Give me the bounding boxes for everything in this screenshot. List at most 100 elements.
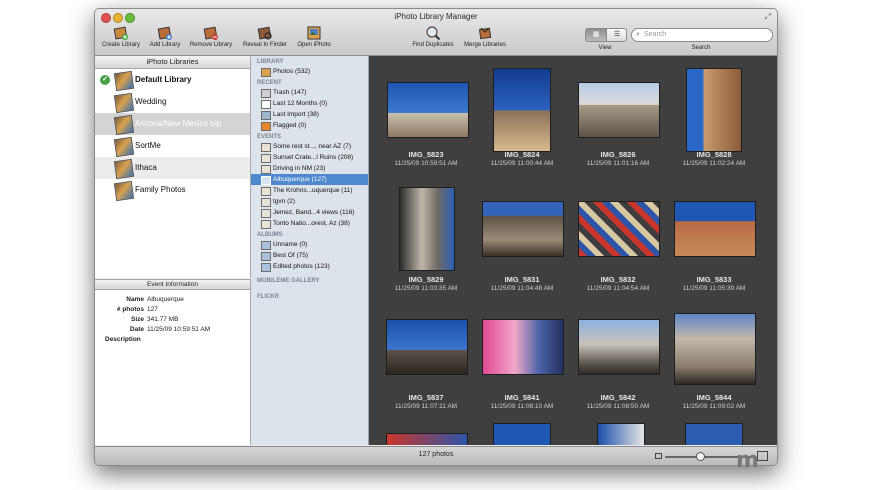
- checkmark-icon: ✓: [100, 75, 110, 85]
- section-events: EVENTS: [257, 134, 282, 140]
- reveal-in-finder-icon: [257, 26, 272, 40]
- library-icon: [113, 180, 135, 202]
- grid-view-icon[interactable]: ▦: [586, 29, 606, 41]
- event-item[interactable]: Some rest st..., near AZ (7): [251, 141, 368, 152]
- event-item[interactable]: The Krohns...uquerque (11): [251, 185, 368, 196]
- library-item-arizona-new-mexico-trip[interactable]: Arizona/New Mexico trip: [95, 113, 250, 136]
- calendar-icon: [261, 100, 271, 109]
- window-title: iPhoto Library Manager: [394, 12, 478, 21]
- fullscreen-icon[interactable]: ⤢: [765, 12, 771, 22]
- open-iphoto-button[interactable]: Open iPhoto: [293, 25, 335, 53]
- trash-icon: [261, 89, 271, 98]
- photo-image: [578, 82, 660, 138]
- event-icon: [261, 187, 271, 196]
- event-item[interactable]: Sunset Crate...l Ruins (208): [251, 152, 368, 163]
- photo-thumbnail[interactable]: IMG_5842 11/25/09 11:08:50 AM: [570, 305, 666, 433]
- photo-image-partial[interactable]: [386, 433, 468, 445]
- photo-image-partial[interactable]: [685, 423, 743, 445]
- source-item-trash[interactable]: Trash (147): [251, 87, 368, 98]
- event-item[interactable]: Tonto Natio...orest, Az (38): [251, 218, 368, 229]
- event-icon: [261, 176, 271, 185]
- photo-image: [686, 68, 742, 152]
- source-list: LIBRARY Photos (532) RECENT Trash (147) …: [251, 56, 369, 445]
- flag-icon: [261, 122, 271, 131]
- photo-image-partial[interactable]: [597, 423, 645, 445]
- photo-thumbnail[interactable]: IMG_5833 11/25/09 11:05:39 AM: [666, 187, 762, 315]
- view-mode-toggle[interactable]: ▦ ☰: [585, 28, 627, 42]
- libraries-header: iPhoto Libraries: [95, 56, 250, 69]
- photo-image-partial[interactable]: [493, 423, 551, 445]
- small-thumbnail-icon[interactable]: [655, 453, 662, 459]
- event-item[interactable]: tgvn (2): [251, 196, 368, 207]
- event-item[interactable]: Jemez, Band...4 views (116): [251, 207, 368, 218]
- photo-image: [578, 319, 660, 375]
- source-item-flagged[interactable]: Flagged (0): [251, 120, 368, 131]
- library-item-family-photos[interactable]: Family Photos: [95, 179, 250, 202]
- info-name-value: Albuquerque: [147, 296, 184, 303]
- source-item-last-import[interactable]: Last Import (38): [251, 109, 368, 120]
- photo-thumbnail[interactable]: IMG_5826 11/25/09 11:01:16 AM: [570, 62, 666, 190]
- search-input[interactable]: ⌕ Search: [631, 28, 773, 42]
- library-icon: [113, 70, 135, 92]
- toolbar: iPhoto Library Manager ⤢ Create Library …: [95, 9, 777, 56]
- library-item-sortme[interactable]: SortMe: [95, 135, 250, 158]
- iphoto-icon: [307, 26, 321, 40]
- add-library-button[interactable]: Add Library: [147, 25, 183, 53]
- album-item[interactable]: Edited photos (123): [251, 261, 368, 272]
- info-size-key: Size: [130, 316, 144, 323]
- library-item-wedding[interactable]: Wedding: [95, 91, 250, 114]
- search-label: Search: [691, 45, 711, 51]
- photos-icon: [261, 68, 271, 77]
- photo-thumbnail[interactable]: IMG_5831 11/25/09 11:04:48 AM: [474, 187, 570, 315]
- photo-thumbnail[interactable]: IMG_5829 11/25/09 11:03:35 AM: [378, 187, 474, 315]
- remove-library-button[interactable]: Remove Library: [187, 25, 235, 53]
- photo-thumbnail[interactable]: IMG_5828 11/25/09 11:02:24 AM: [666, 62, 762, 190]
- list-view-icon[interactable]: ☰: [606, 29, 626, 41]
- photo-thumbnail[interactable]: IMG_5837 11/25/09 11:07:11 AM: [378, 305, 474, 433]
- event-icon: [261, 154, 271, 163]
- info-photos-value: 127: [147, 306, 158, 313]
- album-icon: [261, 252, 271, 261]
- photo-image: [578, 201, 660, 257]
- section-flickr: FLICKR: [257, 294, 279, 300]
- event-information-panel: Name Albuquerque # photos 127 Size 341.77 M…: [95, 290, 251, 445]
- app-window: iPhoto Library Manager ⤢ Create Library …: [94, 8, 778, 466]
- library-item-ithaca[interactable]: Ithaca: [95, 157, 250, 180]
- event-icon: [261, 209, 271, 218]
- photo-thumbnail[interactable]: IMG_5824 11/25/09 11:00:44 AM: [474, 62, 570, 190]
- search-icon: ⌕: [636, 31, 640, 38]
- watermark-logo: m: [736, 448, 759, 473]
- library-icon: [113, 158, 135, 180]
- photo-grid[interactable]: IMG_5823 11/25/09 10:59:51 AM IMG_5824 1…: [369, 56, 777, 445]
- photo-image: [386, 319, 468, 375]
- reveal-in-finder-button[interactable]: Reveal In Finder: [239, 25, 291, 53]
- photo-thumbnail[interactable]: IMG_5844 11/25/09 11:09:02 AM: [666, 305, 762, 433]
- library-icon: [113, 114, 135, 136]
- section-recent: RECENT: [257, 80, 282, 86]
- photo-thumbnail[interactable]: IMG_5823 11/25/09 10:59:51 AM: [378, 62, 474, 190]
- event-item-selected[interactable]: Albuquerque (127): [251, 174, 368, 185]
- source-item-last-12-months[interactable]: Last 12 Months (0): [251, 98, 368, 109]
- photo-image: [674, 313, 756, 385]
- info-date-value: 11/25/09 10:59:51 AM: [147, 326, 211, 333]
- album-icon: [261, 263, 271, 272]
- album-item[interactable]: Unname (0): [251, 239, 368, 250]
- photo-image: [399, 187, 455, 271]
- section-albums: ALBUMS: [257, 232, 283, 238]
- event-icon: [261, 198, 271, 207]
- library-item-default-library[interactable]: ✓ Default Library: [95, 69, 250, 92]
- slider-knob[interactable]: [696, 452, 705, 461]
- create-library-icon: [113, 26, 128, 40]
- album-item[interactable]: Best Of (75): [251, 250, 368, 261]
- source-item-photos[interactable]: Photos (532): [251, 66, 368, 77]
- info-size-value: 341.77 MB: [147, 316, 179, 323]
- remove-library-icon: [203, 26, 218, 40]
- photo-image: [482, 201, 564, 257]
- event-item[interactable]: Driving in NM (23): [251, 163, 368, 174]
- photo-thumbnail[interactable]: IMG_5841 11/25/09 11:08:10 AM: [474, 305, 570, 433]
- find-duplicates-button[interactable]: Find Duplicates: [407, 25, 459, 53]
- photo-thumbnail[interactable]: IMG_5832 11/25/09 11:04:54 AM: [570, 187, 666, 315]
- create-library-button[interactable]: Create Library: [99, 25, 143, 53]
- album-icon: [261, 241, 271, 250]
- merge-libraries-button[interactable]: Merge Libraries: [459, 25, 511, 53]
